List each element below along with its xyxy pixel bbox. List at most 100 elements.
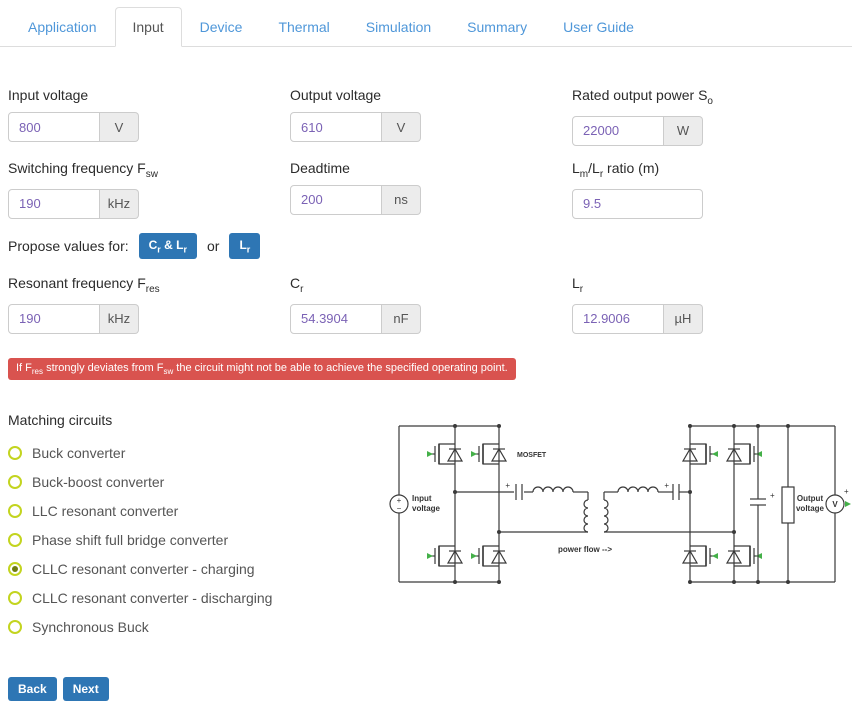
field-switching-frequency: Switching frequency Fsw kHz: [8, 160, 290, 219]
voltmeter: [826, 426, 851, 582]
load-resistor: [782, 426, 794, 582]
input-voltage-input[interactable]: [8, 112, 100, 142]
radio-buck-boost-converter[interactable]: Buck-boost converter: [8, 474, 383, 490]
output-voltage-diagram-label: Output: [797, 494, 824, 503]
input-voltage-unit: V: [100, 112, 139, 142]
radio-label: Buck converter: [32, 445, 125, 461]
propose-values-label: Propose values for:: [8, 238, 129, 254]
resonant-frequency-unit: kHz: [100, 304, 139, 334]
matching-circuits-panel: Matching circuits Buck converter Buck-bo…: [8, 408, 383, 701]
resonant-frequency-input[interactable]: [8, 304, 100, 334]
deadtime-input[interactable]: [290, 185, 382, 215]
svg-text:voltage: voltage: [412, 504, 441, 513]
primary-resonant-network: [455, 484, 588, 500]
input-voltage-label: Input voltage: [8, 87, 290, 103]
cr-label: Cr: [290, 275, 572, 295]
footer-buttons: Back Next: [8, 677, 383, 701]
deadtime-label: Deadtime: [290, 160, 572, 176]
field-deadtime: Deadtime ns: [290, 160, 572, 219]
power-flow-label: power flow -->: [558, 545, 612, 554]
back-button[interactable]: Back: [8, 677, 57, 701]
radio-circle: [8, 562, 22, 576]
output-cap-plus: +: [770, 491, 775, 500]
switching-frequency-unit: kHz: [100, 189, 139, 219]
tab-user-guide[interactable]: User Guide: [545, 7, 652, 47]
voltmeter-plus: +: [844, 487, 849, 496]
green-arrow-icon: [845, 501, 851, 507]
next-button[interactable]: Next: [63, 677, 109, 701]
source-minus-sign: −: [397, 504, 402, 513]
right-bridge: [683, 426, 762, 582]
mosfet-diagram-label: MOSFET: [517, 452, 547, 459]
propose-cr-lr-button[interactable]: Cr & Lr: [139, 233, 197, 259]
field-resonant-frequency: Resonant frequency Fres kHz: [8, 275, 290, 334]
radio-label: Buck-boost converter: [32, 474, 164, 490]
field-output-voltage: Output voltage V: [290, 87, 572, 146]
output-capacitor: [750, 426, 766, 582]
radio-label: LLC resonant converter: [32, 503, 178, 519]
tab-simulation[interactable]: Simulation: [348, 7, 449, 47]
tab-thermal[interactable]: Thermal: [260, 7, 347, 47]
radio-circle: [8, 620, 22, 634]
output-voltage-label: Output voltage: [290, 87, 572, 103]
lm-lr-ratio-input[interactable]: [572, 189, 703, 219]
voltmeter-letter: V: [832, 500, 838, 509]
lr-label: Lr: [572, 275, 852, 295]
radio-circle: [8, 504, 22, 518]
circuit-diagram-panel: + − Input voltage MOSFET + + power flow …: [383, 408, 852, 701]
form-row-3: Resonant frequency Fres kHz Cr nF Lr µH: [8, 275, 844, 334]
switching-frequency-label: Switching frequency Fsw: [8, 160, 290, 180]
switching-frequency-input[interactable]: [8, 189, 100, 219]
radio-phase-shift-full-bridge[interactable]: Phase shift full bridge converter: [8, 532, 383, 548]
radio-circle: [8, 533, 22, 547]
radio-label: Synchronous Buck: [32, 619, 149, 635]
radio-label: CLLC resonant converter - discharging: [32, 590, 272, 606]
radio-llc-resonant-converter[interactable]: LLC resonant converter: [8, 503, 383, 519]
tab-summary[interactable]: Summary: [449, 7, 545, 47]
bottom-section: Matching circuits Buck converter Buck-bo…: [0, 408, 852, 701]
output-voltage-unit: V: [382, 112, 421, 142]
field-lr: Lr µH: [572, 275, 852, 334]
secondary-cap-plus: +: [664, 481, 669, 490]
lm-lr-ratio-label: Lm/Lr ratio (m): [572, 160, 852, 180]
radio-circle: [8, 446, 22, 460]
rated-power-unit: W: [664, 116, 703, 146]
lr-unit: µH: [664, 304, 703, 334]
radio-cllc-discharging[interactable]: CLLC resonant converter - discharging: [8, 590, 383, 606]
cr-input[interactable]: [290, 304, 382, 334]
transformer: [499, 500, 734, 532]
rated-power-input[interactable]: [572, 116, 664, 146]
radio-label: CLLC resonant converter - charging: [32, 561, 255, 577]
cllc-circuit-diagram: + − Input voltage MOSFET + + power flow …: [383, 408, 852, 623]
form-row-1: Input voltage V Output voltage V Rated o…: [8, 87, 844, 146]
propose-lr-button[interactable]: Lr: [229, 233, 260, 259]
radio-buck-converter[interactable]: Buck converter: [8, 445, 383, 461]
cr-unit: nF: [382, 304, 421, 334]
tab-device[interactable]: Device: [182, 7, 261, 47]
field-cr: Cr nF: [290, 275, 572, 334]
tab-application[interactable]: Application: [10, 7, 115, 47]
radio-cllc-charging[interactable]: CLLC resonant converter - charging: [8, 561, 383, 577]
propose-values-row: Propose values for: Cr & Lr or Lr: [8, 233, 844, 259]
deadtime-unit: ns: [382, 185, 421, 215]
primary-cap-plus: +: [505, 481, 510, 490]
svg-text:voltage: voltage: [796, 504, 825, 513]
radio-synchronous-buck[interactable]: Synchronous Buck: [8, 619, 383, 635]
input-voltage-diagram-label: Input: [412, 494, 432, 503]
radio-circle: [8, 591, 22, 605]
matching-circuits-title: Matching circuits: [8, 412, 383, 428]
form-row-2: Switching frequency Fsw kHz Deadtime ns …: [8, 160, 844, 219]
field-input-voltage: Input voltage V: [8, 87, 290, 146]
rated-power-label: Rated output power So: [572, 87, 852, 107]
radio-label: Phase shift full bridge converter: [32, 532, 228, 548]
resonant-frequency-label: Resonant frequency Fres: [8, 275, 290, 295]
lr-input[interactable]: [572, 304, 664, 334]
radio-circle: [8, 475, 22, 489]
output-voltage-input[interactable]: [290, 112, 382, 142]
propose-or-label: or: [207, 238, 219, 254]
fres-deviation-warning: If Fres strongly deviates from Fsw the c…: [8, 358, 516, 380]
field-rated-power: Rated output power So W: [572, 87, 852, 146]
tab-input[interactable]: Input: [115, 7, 182, 47]
secondary-resonant-network: [604, 484, 690, 500]
tab-bar: Application Input Device Thermal Simulat…: [0, 0, 852, 47]
